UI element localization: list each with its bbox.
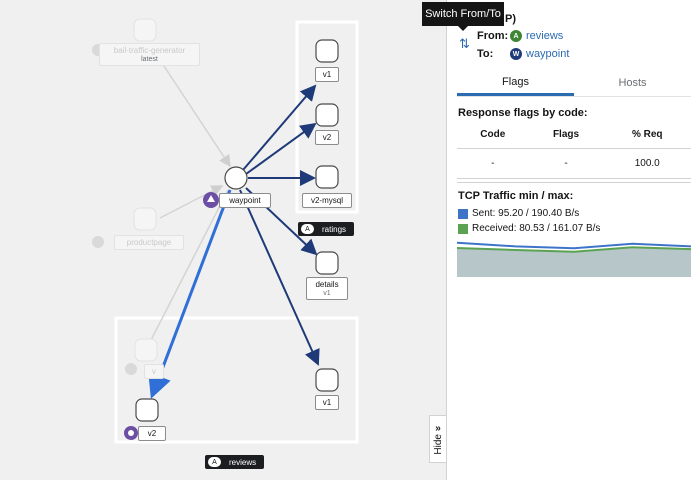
from-link[interactable]: reviews	[526, 30, 563, 42]
ratings-v2-label[interactable]: v2	[315, 130, 339, 145]
flags-table: Code Flags % Req - - 100.0	[457, 122, 691, 179]
traffic-sparkline	[457, 241, 691, 277]
table-row: - - 100.0	[457, 148, 691, 179]
ratings-mysql-label[interactable]: v2-mysql	[302, 193, 352, 208]
reviews-v1-label[interactable]: v1	[315, 395, 339, 410]
hide-panel-button[interactable]: » Hide	[429, 415, 446, 463]
side-panel: P) ⇅ From: A reviews To: W waypoint Flag…	[446, 0, 700, 480]
traffic-generator-label[interactable]: bail-traffic-generator latest	[99, 43, 200, 66]
edge-traffic-waypoint	[159, 59, 231, 168]
edge-waypoint-ratings-v1	[242, 84, 317, 171]
waypoint-label[interactable]: waypoint	[219, 193, 271, 208]
tab-flags[interactable]: Flags	[457, 70, 574, 96]
edge-waypoint-ratings-v2	[245, 122, 317, 175]
traffic-title: TCP Traffic min / max:	[458, 190, 574, 202]
sent-legend: Sent: 95.20 / 190.40 B/s	[458, 208, 579, 219]
productpage-label[interactable]: productpage	[114, 235, 184, 250]
sent-swatch	[458, 208, 468, 219]
details-label[interactable]: details v1	[306, 277, 348, 300]
panel-title: P)	[505, 13, 516, 25]
workload-icon: W	[510, 48, 522, 60]
reviews-badge[interactable]: A reviews	[205, 455, 265, 469]
col-req: % Req	[603, 122, 691, 149]
swap-icon[interactable]: ⇅	[459, 36, 470, 52]
service-graph[interactable]: bail-traffic-generator latest productpag…	[0, 0, 446, 480]
app-icon: A	[208, 457, 221, 467]
reviews-v2-label[interactable]: v2	[138, 426, 166, 441]
tabs: Flags Hosts	[457, 70, 691, 97]
waypoint-node	[224, 166, 248, 190]
chevron-right-icon: »	[435, 423, 441, 435]
col-code: Code	[457, 122, 529, 149]
to-row: To: W waypoint	[477, 48, 570, 60]
ratings-v1-label[interactable]: v1	[315, 67, 339, 82]
app-icon: A	[510, 30, 522, 42]
graph-edges-svg	[92, 18, 359, 444]
from-row: From: A reviews	[477, 30, 564, 42]
received-legend: Received: 80.53 / 161.07 B/s	[458, 223, 600, 234]
ratings-badge[interactable]: A ratings	[298, 222, 355, 236]
divider	[457, 182, 691, 183]
col-flags: Flags	[528, 122, 604, 149]
app-icon: A	[301, 224, 314, 234]
reviews-faded-label[interactable]: v	[144, 364, 164, 379]
received-swatch	[458, 223, 468, 234]
to-link[interactable]: waypoint	[526, 48, 569, 60]
switch-tooltip: Switch From/To	[422, 2, 504, 31]
flags-title: Response flags by code:	[458, 107, 588, 119]
tab-hosts[interactable]: Hosts	[574, 70, 691, 96]
